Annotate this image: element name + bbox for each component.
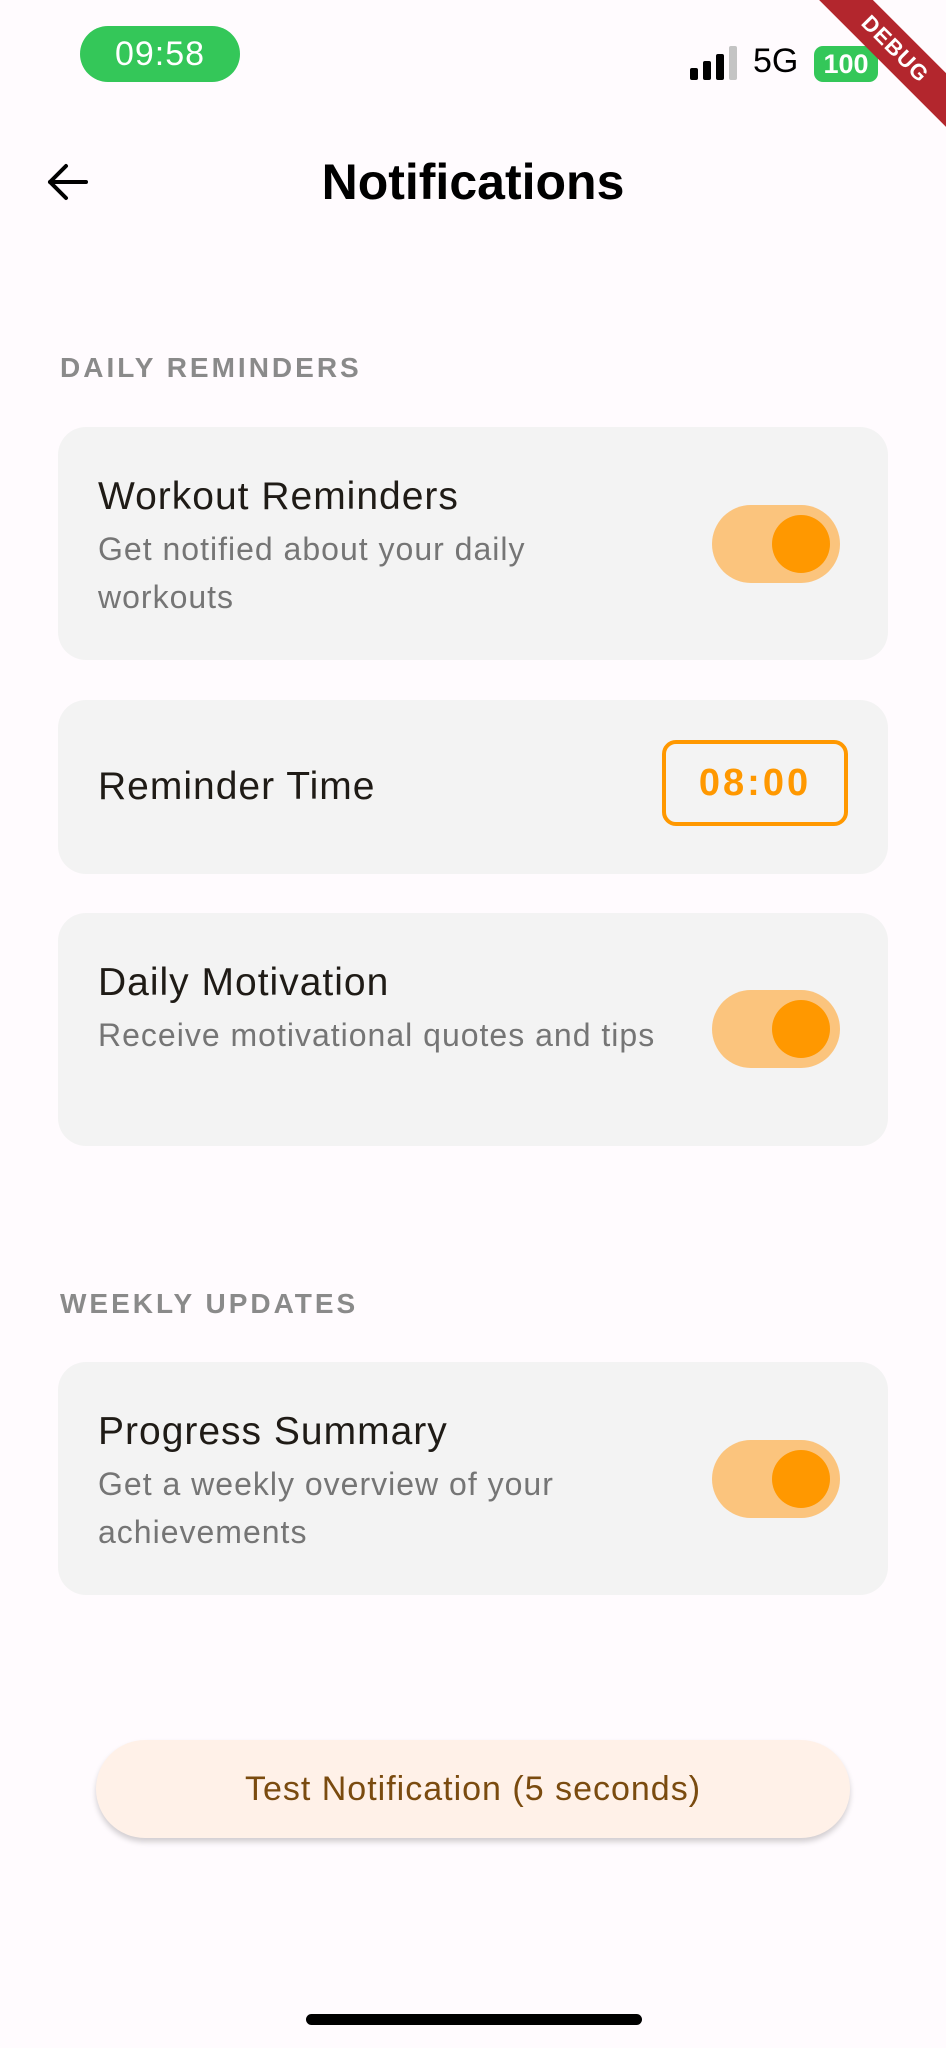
arrow-left-icon (48, 164, 88, 200)
reminder-time-picker[interactable]: 08:00 (662, 740, 848, 826)
toggle-knob (772, 1000, 830, 1058)
reminder-time-card: Reminder Time 08:00 (58, 700, 888, 874)
workout-reminders-card: Workout Reminders Get notified about you… (58, 427, 888, 660)
section-header-daily: DAILY REMINDERS (60, 352, 362, 383)
back-button[interactable] (36, 150, 100, 214)
network-type-label: 5G (753, 42, 799, 80)
workout-reminders-subtitle: Get notified about your daily workouts (98, 531, 526, 615)
progress-summary-toggle[interactable] (712, 1440, 840, 1518)
reminder-time-title: Reminder Time (98, 765, 376, 808)
battery-indicator: 100 (814, 46, 878, 82)
workout-reminders-toggle[interactable] (712, 505, 840, 583)
test-notification-button[interactable]: Test Notification (5 seconds) (96, 1740, 850, 1838)
daily-motivation-subtitle: Receive motivational quotes and tips (98, 1017, 656, 1053)
progress-summary-subtitle: Get a weekly overview of your achievemen… (98, 1466, 554, 1550)
cellular-signal-icon (690, 46, 737, 80)
daily-motivation-card: Daily Motivation Receive motivational qu… (58, 913, 888, 1146)
daily-motivation-toggle[interactable] (712, 990, 840, 1068)
home-indicator[interactable] (306, 2014, 642, 2025)
toggle-knob (772, 1450, 830, 1508)
workout-reminders-title: Workout Reminders (98, 475, 459, 518)
daily-motivation-title: Daily Motivation (98, 961, 390, 1004)
status-time: 09:58 (80, 26, 240, 82)
page-title: Notifications (321, 154, 625, 210)
status-bar: 09:58 5G 100 DEBUG (0, 0, 946, 144)
progress-summary-card: Progress Summary Get a weekly overview o… (58, 1362, 888, 1595)
progress-summary-title: Progress Summary (98, 1410, 448, 1453)
toggle-knob (772, 515, 830, 573)
section-header-weekly: WEEKLY UPDATES (60, 1288, 359, 1319)
